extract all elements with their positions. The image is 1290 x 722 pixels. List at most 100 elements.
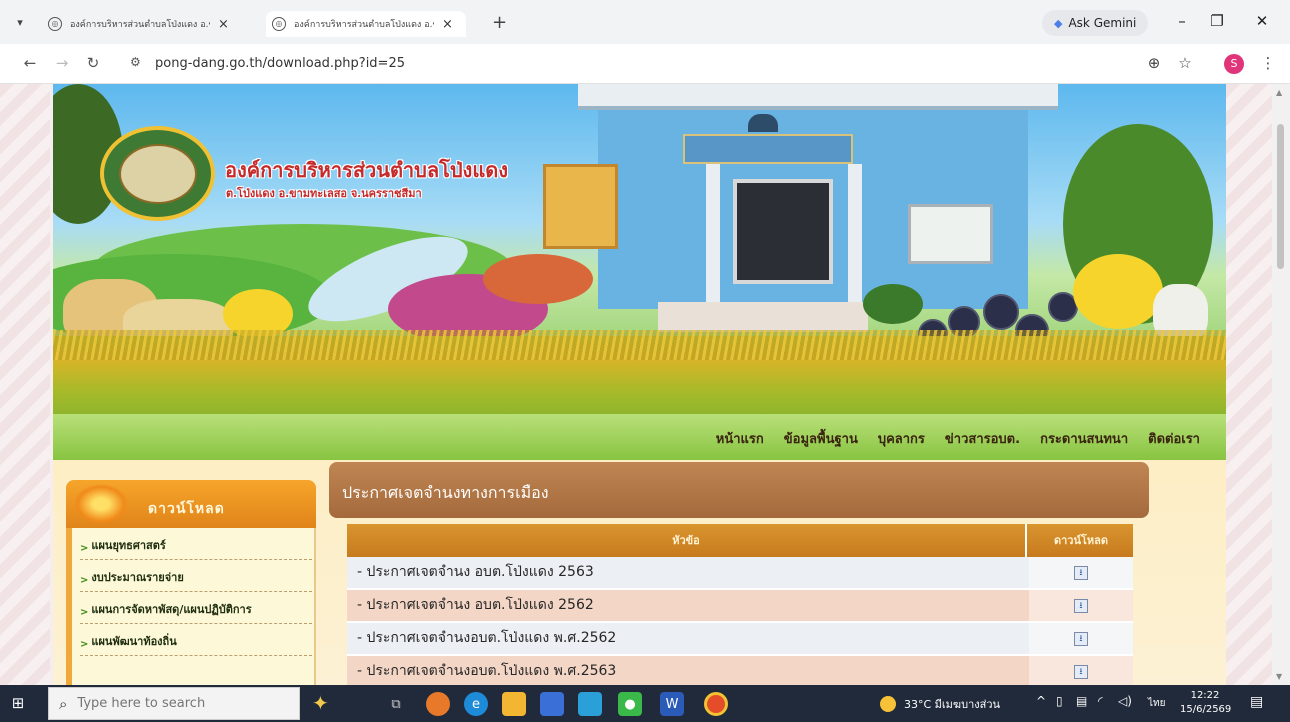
sidebar-item-procurement-plan[interactable]: > แผนการจัดหาพัสดุ/แผนปฏิบัติการ <box>80 592 312 624</box>
organization-address: ต.โป่งแดง อ.ขามทะเลสอ จ.นครราชสีมา <box>226 187 422 200</box>
reload-icon[interactable]: ↻ <box>83 54 103 72</box>
ask-gemini-label: Ask Gemini <box>1068 16 1137 30</box>
flower-decoration-icon <box>74 484 128 524</box>
chrome-browser-icon[interactable] <box>704 692 728 716</box>
taskbar-search-box[interactable]: ⌕ <box>48 687 300 720</box>
word-app-icon[interactable]: W <box>660 692 684 716</box>
nav-item-personnel[interactable]: บุคลากร <box>878 428 925 449</box>
content-area: ดาวน์โหลด > แผนยุทธศาสตร์ > งบประมาณรายจ… <box>53 460 1226 685</box>
browser-tab-2[interactable]: ◎ องค์การบริหารส่วนตำบลโป่งแดง อ.ข × <box>266 11 466 37</box>
task-view-icon[interactable]: ⧉ <box>384 692 408 716</box>
nav-item-news[interactable]: ข่าวสารอบต. <box>945 428 1020 449</box>
page-viewport: องค์การบริหารส่วนตำบลโป่งแดง ต.โป่งแดง อ… <box>0 84 1290 685</box>
kebab-menu-icon[interactable]: ⋮ <box>1258 54 1278 72</box>
volume-icon[interactable]: ◁) <box>1118 694 1132 708</box>
input-language[interactable]: ไทย <box>1148 696 1165 711</box>
flower-bush <box>483 254 593 304</box>
organization-logo[interactable] <box>100 126 215 221</box>
row-topic-link[interactable]: - ประกาศเจตจำนง อบต.โป่งแดง 2562 <box>347 590 1027 621</box>
page-scrollbar[interactable]: ▲ ▼ <box>1272 84 1290 685</box>
table-row: - ประกาศเจตจำนงอบต.โป่งแดง พ.ศ.2562 ⭳ <box>347 623 1133 656</box>
site-info-icon[interactable]: ⚙ <box>130 55 141 69</box>
website: องค์การบริหารส่วนตำบลโป่งแดง ต.โป่งแดง อ… <box>53 84 1226 685</box>
chevron-right-icon: > <box>80 607 89 618</box>
sidebar-download-menu: > แผนยุทธศาสตร์ > งบประมาณรายจ่าย > แผนก… <box>66 528 316 685</box>
rice-stalks <box>53 330 1226 360</box>
table-row: - ประกาศเจตจำนง อบต.โป่งแดง 2563 ⭳ <box>347 557 1133 590</box>
building-sign <box>683 134 853 164</box>
tab-close-icon[interactable]: × <box>218 17 229 32</box>
scroll-up-icon[interactable]: ▲ <box>1276 88 1282 97</box>
organization-name: องค์การบริหารส่วนตำบลโป่งแดง <box>225 158 508 182</box>
sidebar-item-label: แผนยุทธศาสตร์ <box>91 539 166 552</box>
download-icon[interactable]: ⭳ <box>1074 565 1088 580</box>
sidebar-item-local-development-plan[interactable]: > แผนพัฒนาท้องถิ่น <box>80 624 312 656</box>
minimize-icon[interactable]: – <box>1172 12 1192 30</box>
tab-close-icon[interactable]: × <box>442 17 453 32</box>
edge-browser-icon[interactable]: e <box>464 692 488 716</box>
nav-item-webboard[interactable]: กระดานสนทนา <box>1040 428 1128 449</box>
browser-tab-1[interactable]: ◎ องค์การบริหารส่วนตำบลโป่งแดง อ.ข × <box>42 11 242 37</box>
windows-start-icon[interactable]: ⊞ <box>8 693 28 713</box>
bookmark-star-icon[interactable]: ☆ <box>1175 54 1195 72</box>
partly-cloudy-icon <box>880 696 896 712</box>
office-app-icon[interactable] <box>426 692 450 716</box>
nav-item-basic-info[interactable]: ข้อมูลพื้นฐาน <box>784 428 858 449</box>
nav-item-contact[interactable]: ติดต่อเรา <box>1148 428 1200 449</box>
row-topic-link[interactable]: - ประกาศเจตจำนงอบต.โป่งแดง พ.ศ.2562 <box>347 623 1027 654</box>
sidebar-title: ดาวน์โหลด <box>148 501 225 517</box>
profile-avatar[interactable]: S <box>1224 54 1244 74</box>
network-icon[interactable]: ▤ <box>1076 694 1087 708</box>
restore-icon[interactable]: ❐ <box>1207 12 1227 30</box>
sidebar-item-strategy-plan[interactable]: > แผนยุทธศาสตร์ <box>80 528 312 560</box>
main-navigation: หน้าแรก ข้อมูลพื้นฐาน บุคลากร ข่าวสารอบต… <box>53 414 1226 460</box>
zoom-icon[interactable]: ⊕ <box>1144 54 1164 72</box>
address-bar: ← → ↻ ⚙ pong-dang.go.th/download.php?id=… <box>0 44 1290 84</box>
close-window-icon[interactable]: ✕ <box>1252 12 1272 30</box>
ask-gemini-button[interactable]: ◆ Ask Gemini <box>1042 10 1149 36</box>
logo-emblem <box>118 143 197 204</box>
scroll-down-icon[interactable]: ▼ <box>1276 672 1282 681</box>
scrollbar-thumb[interactable] <box>1277 124 1284 269</box>
column-header-download: ดาวน์โหลด <box>1053 534 1109 547</box>
section-header: ประกาศเจตจำนงทางการเมือง <box>329 462 1149 518</box>
wifi-icon[interactable]: ◜ <box>1098 694 1103 708</box>
show-hidden-icons-icon[interactable]: ^ <box>1036 694 1046 708</box>
tab-search-chevron-icon[interactable]: ▾ <box>10 13 30 33</box>
store-icon[interactable] <box>540 692 564 716</box>
copilot-sparkle-icon[interactable]: ✦ <box>312 691 329 715</box>
chevron-right-icon: > <box>80 575 89 586</box>
taskbar-clock[interactable]: 12:22 15/6/2569 <box>1180 689 1231 717</box>
downloads-table: หัวข้อ ดาวน์โหลด - ประกาศเจตจำนง อบต.โป่… <box>347 524 1133 685</box>
chevron-right-icon: > <box>80 543 89 554</box>
globe-icon: ◎ <box>48 17 62 31</box>
battery-icon[interactable]: ▯ <box>1056 694 1063 708</box>
back-icon[interactable]: ← <box>20 54 40 72</box>
download-icon[interactable]: ⭳ <box>1074 631 1088 646</box>
photos-app-icon[interactable] <box>578 692 602 716</box>
download-icon[interactable]: ⭳ <box>1074 664 1088 679</box>
row-topic-link[interactable]: - ประกาศเจตจำนงอบต.โป่งแดง พ.ศ.2563 <box>347 656 1027 685</box>
download-icon[interactable]: ⭳ <box>1074 598 1088 613</box>
taskbar-search-input[interactable] <box>77 696 278 711</box>
file-explorer-icon[interactable] <box>502 692 526 716</box>
sidebar-header: ดาวน์โหลด <box>66 480 316 528</box>
page-title: ประกาศเจตจำนงทางการเมือง <box>342 483 549 502</box>
forward-icon[interactable]: → <box>52 54 72 72</box>
clock-time: 12:22 <box>1190 690 1220 701</box>
weather-text: 33°C มีเมฆบางส่วน <box>904 698 1001 711</box>
browser-tab-strip: ▾ ◎ องค์การบริหารส่วนตำบลโป่งแดง อ.ข × ◎… <box>0 0 1290 44</box>
url-field[interactable]: pong-dang.go.th/download.php?id=25 <box>155 56 405 71</box>
building-steps <box>658 302 868 332</box>
sidebar-item-budget[interactable]: > งบประมาณรายจ่าย <box>80 560 312 592</box>
line-app-icon[interactable]: ● <box>618 692 642 716</box>
sidebar-item-label: งบประมาณรายจ่าย <box>91 571 184 584</box>
search-icon: ⌕ <box>59 694 68 713</box>
weather-widget[interactable]: 33°C มีเมฆบางส่วน <box>880 695 1000 713</box>
nav-item-home[interactable]: หน้าแรก <box>716 428 764 449</box>
row-topic-link[interactable]: - ประกาศเจตจำนง อบต.โป่งแดง 2563 <box>347 557 1027 588</box>
yellow-fruit-cluster <box>1073 254 1163 329</box>
new-tab-icon[interactable]: + <box>492 12 507 33</box>
background-pattern-right <box>1226 84 1272 685</box>
notification-center-icon[interactable]: ▤ <box>1250 694 1263 710</box>
